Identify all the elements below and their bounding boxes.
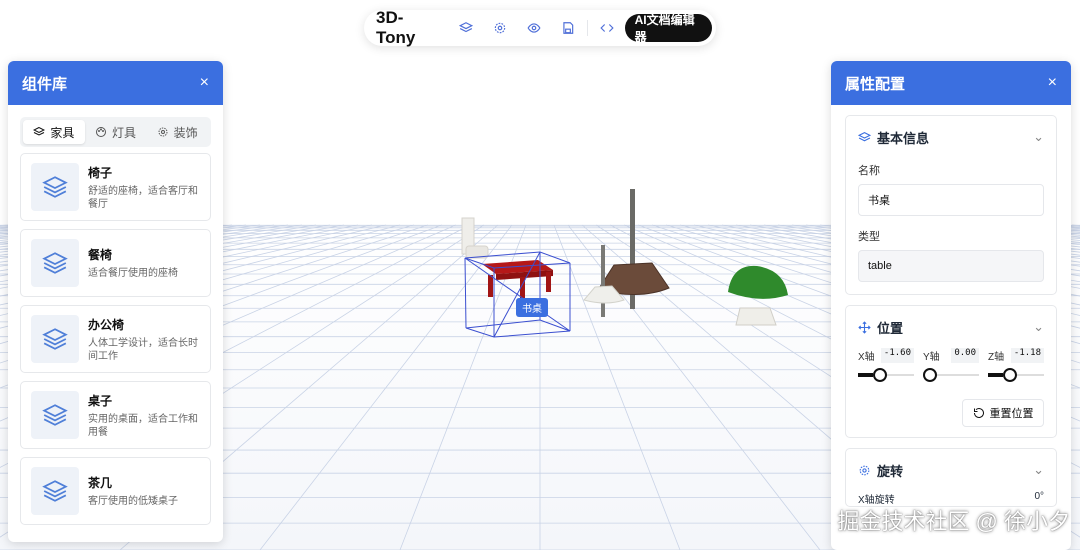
properties-title: 属性配置 xyxy=(845,75,906,93)
position-header[interactable]: 位置 ⌄ xyxy=(846,306,1056,348)
tab-label: 家具 xyxy=(50,125,75,140)
type-field: table xyxy=(858,250,1044,282)
move-icon xyxy=(858,320,871,334)
layers-icon xyxy=(31,391,79,439)
section-title: 位置 xyxy=(877,320,904,336)
layers-icon xyxy=(31,467,79,515)
tab-label: 灯具 xyxy=(112,125,137,140)
tab-label: 装饰 xyxy=(173,125,198,140)
layers-icon xyxy=(33,126,46,136)
eye-icon[interactable] xyxy=(521,14,547,42)
basic-info-header[interactable]: 基本信息 ⌄ xyxy=(846,116,1056,158)
gear-icon xyxy=(158,127,168,137)
component-library-panel: 组件库 × 家具 灯具 装饰 椅子舒适的座椅，适合客厅和餐厅餐椅适合餐厅使用的座… xyxy=(8,61,223,542)
layers-icon xyxy=(31,315,79,363)
axis-label: Z轴 xyxy=(988,352,1005,363)
close-icon[interactable]: × xyxy=(1048,74,1057,92)
axis-control: Y轴 0.00 xyxy=(923,348,979,383)
chevron-down-icon[interactable]: ⌄ xyxy=(1033,129,1044,145)
item-name: 茶几 xyxy=(88,476,113,490)
library-item[interactable]: 桌子实用的桌面，适合工作和用餐 xyxy=(20,381,211,449)
slider-handle[interactable] xyxy=(1003,368,1017,382)
tab-lighting[interactable]: 灯具 xyxy=(85,120,147,144)
layers-icon xyxy=(31,163,79,211)
name-label: 名称 xyxy=(858,165,880,177)
tab-furniture[interactable]: 家具 xyxy=(23,120,85,144)
tab-decoration[interactable]: 装饰 xyxy=(146,120,208,144)
item-description: 人体工学设计，适合长时间工作 xyxy=(88,337,198,362)
item-name: 桌子 xyxy=(88,393,113,408)
slider-handle[interactable] xyxy=(873,368,887,382)
top-toolbar: 3D-Tony AI文档编辑器 xyxy=(364,8,716,47)
item-description: 客厅使用的低矮桌子 xyxy=(88,496,178,507)
reset-label: 重置位置 xyxy=(989,408,1034,420)
settings-icon[interactable] xyxy=(487,14,513,42)
layers-icon xyxy=(31,239,79,287)
library-item[interactable]: 茶几客厅使用的低矮桌子 xyxy=(20,457,211,525)
axis-control: Z轴 -1.18 xyxy=(988,348,1044,383)
axis-value: -1.60 xyxy=(880,348,914,363)
chevron-down-icon[interactable]: ⌄ xyxy=(1033,462,1044,478)
section-title: 基本信息 xyxy=(877,130,930,146)
gear-icon xyxy=(859,465,870,475)
position-section: 位置 ⌄ X轴 -1.60 Y轴 0.00 Z轴 -1.18 重置位置 xyxy=(845,305,1057,438)
ai-doc-editor-button[interactable]: AI文档编辑器 xyxy=(624,13,712,44)
reset-icon xyxy=(973,408,984,418)
section-title: 旋转 xyxy=(877,463,904,479)
axis-control: X轴 -1.60 xyxy=(858,348,914,383)
slider-handle[interactable] xyxy=(923,368,937,382)
chevron-down-icon[interactable]: ⌄ xyxy=(1033,319,1044,335)
type-label: 类型 xyxy=(858,231,880,243)
axis-value: -1.18 xyxy=(1010,348,1044,363)
code-icon[interactable] xyxy=(594,14,620,42)
watermark: 掘金技术社区 @ 徐小夕 xyxy=(837,509,1070,534)
reset-position-button[interactable]: 重置位置 xyxy=(962,399,1044,427)
library-title: 组件库 xyxy=(22,75,68,93)
axis-slider[interactable] xyxy=(923,367,979,383)
selected-object-tag: 书桌 xyxy=(516,298,548,317)
app-brand: 3D-Tony xyxy=(376,8,416,47)
item-name: 餐椅 xyxy=(88,248,113,262)
position-axes: X轴 -1.60 Y轴 0.00 Z轴 -1.18 xyxy=(846,348,1056,383)
item-description: 实用的桌面，适合工作和用餐 xyxy=(88,413,198,438)
rotation-section: 旋转 ⌄ X轴旋转 0° xyxy=(845,448,1057,507)
save-icon[interactable] xyxy=(555,14,581,42)
library-list: 椅子舒适的座椅，适合客厅和餐厅餐椅适合餐厅使用的座椅办公椅人体工学设计，适合长时… xyxy=(8,153,223,525)
item-name: 椅子 xyxy=(88,165,113,180)
basic-info-section: 基本信息 ⌄ 名称 书桌 类型 table xyxy=(845,115,1057,295)
layers-icon[interactable] xyxy=(453,14,479,42)
item-description: 适合餐厅使用的座椅 xyxy=(88,268,178,279)
rotation-header[interactable]: 旋转 ⌄ xyxy=(846,449,1056,491)
library-header: 组件库 × xyxy=(8,61,223,105)
library-item[interactable]: 椅子舒适的座椅，适合客厅和餐厅 xyxy=(20,153,211,221)
properties-header: 属性配置 × xyxy=(831,61,1071,105)
palette-icon xyxy=(96,127,106,137)
layers-icon xyxy=(858,131,871,141)
library-item[interactable]: 办公椅人体工学设计，适合长时间工作 xyxy=(20,305,211,373)
axis-label: Y轴 xyxy=(923,352,940,363)
toolbar-divider xyxy=(587,20,589,36)
item-description: 舒适的座椅，适合客厅和餐厅 xyxy=(88,185,198,210)
axis-value: 0.00 xyxy=(951,348,979,363)
name-input[interactable]: 书桌 xyxy=(858,184,1044,216)
library-tabs: 家具 灯具 装饰 xyxy=(20,117,211,147)
axis-label: X轴 xyxy=(858,352,875,363)
axis-slider[interactable] xyxy=(858,367,914,383)
item-name: 办公椅 xyxy=(88,317,125,332)
close-icon[interactable]: × xyxy=(200,74,209,92)
library-item[interactable]: 餐椅适合餐厅使用的座椅 xyxy=(20,229,211,297)
properties-panel: 属性配置 × 基本信息 ⌄ 名称 书桌 类型 table 位置 ⌄ X轴 -1.6… xyxy=(831,61,1071,550)
axis-slider[interactable] xyxy=(988,367,1044,383)
